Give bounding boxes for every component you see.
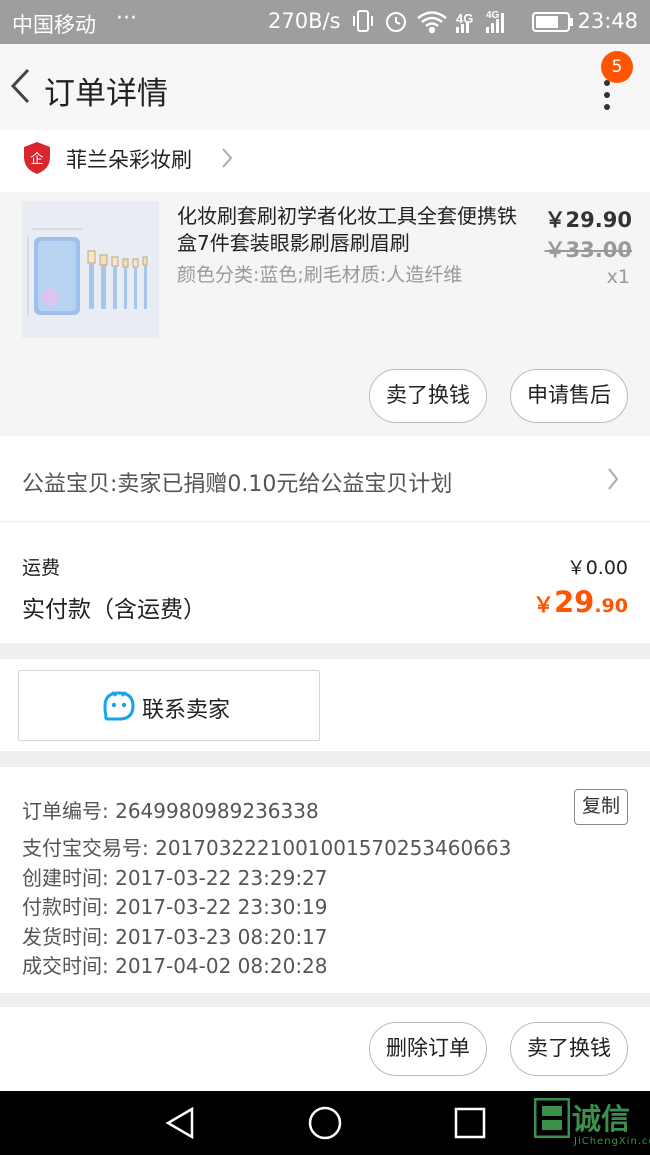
contact-seller-label: 联系卖家 [142,698,231,723]
page-title: 订单详情 [44,76,168,112]
nav-home-icon[interactable] [307,1105,343,1141]
shipping-value: ￥0.00 [566,557,628,579]
net-speed: 270B/s [268,9,341,33]
product-card[interactable]: 化妆刷套刷初学者化妆工具全套便携铁盒7件套装眼影刷唇刷眉刷 颜色分类:蓝色;刷毛… [0,192,650,436]
vibrate-icon [353,10,373,32]
nav-back-icon[interactable] [162,1105,198,1141]
watermark-logo-icon [534,1098,570,1138]
chevron-right-icon [608,468,619,490]
delete-order-button[interactable]: 删除订单 [369,1022,487,1076]
network-type-1: 4G [456,11,473,26]
created-time: 创建时间: 2017-03-22 23:29:27 [22,866,328,890]
svg-text:企: 企 [30,151,43,167]
after-sale-button[interactable]: 申请售后 [510,369,628,423]
nav-recents-icon[interactable] [452,1105,488,1141]
wifi-icon [417,11,447,34]
watermark: 诚信 JiChengXin.com [534,1094,650,1152]
paid-decimal: .90 [594,595,628,617]
paid-currency: ￥ [532,593,554,617]
completed-time: 成交时间: 2017-04-02 08:20:28 [22,954,328,978]
chat-face-icon [103,691,135,721]
header: 订单详情 5 [0,44,650,130]
paid-integer: 29 [553,585,595,619]
product-spec: 颜色分类:蓝色;刷毛材质:人造纤维 [177,264,463,286]
notification-dots: ··· [116,6,137,31]
alarm-icon [386,12,406,32]
product-title[interactable]: 化妆刷套刷初学者化妆工具全套便携铁盒7件套装眼影刷唇刷眉刷 [177,203,517,257]
charity-row[interactable]: 公益宝贝:卖家已捐赠0.10元给公益宝贝计划 [0,436,650,521]
product-price: ￥29.90 [544,208,632,232]
sell-for-cash-button[interactable]: 卖了换钱 [369,369,487,423]
system-nav-bar: 诚信 JiChengXin.com [0,1091,650,1155]
product-image[interactable] [22,201,159,338]
paid-amount: ￥29.90 [533,585,628,619]
product-original-price: ￥33.00 [544,238,632,262]
shipping-label: 运费 [22,557,61,579]
back-arrow-icon[interactable] [8,66,34,106]
charity-text: 公益宝贝:卖家已捐赠0.10元给公益宝贝计划 [22,472,453,497]
shop-name: 菲兰朵彩妆刷 [66,148,192,172]
battery-icon [532,12,573,32]
clock: 23:48 [577,9,638,33]
message-badge: 5 [601,51,633,83]
paid-time: 付款时间: 2017-03-22 23:30:19 [22,895,328,919]
watermark-sub: JiChengXin.com [574,1136,650,1147]
carrier-name: 中国移动 [12,13,96,37]
chevron-right-icon [222,148,233,168]
shop-row[interactable]: 企 菲兰朵彩妆刷 [0,130,650,192]
alipay-trade-number: 支付宝交易号: 2017032221001001570253460663 [22,836,512,860]
enterprise-shield-icon: 企 [24,142,50,174]
contact-section: 联系卖家 [0,659,650,751]
status-bar: 中国移动 ··· 270B/s 4G 4G 23:48 [0,0,650,44]
order-info: 订单编号: 2649980989236338 复制 支付宝交易号: 201703… [0,767,650,993]
sell-for-cash-bottom-button[interactable]: 卖了换钱 [510,1022,628,1076]
status-icons: 4G 4G [353,10,504,34]
shipped-time: 发货时间: 2017-03-23 08:20:17 [22,925,328,949]
order-number: 订单编号: 2649980989236338 [22,799,319,823]
paid-label: 实付款（含运费） [22,597,206,623]
product-quantity: x1 [606,266,630,288]
makeup-brush-set-image [22,201,159,338]
bottom-action-bar: 删除订单 卖了换钱 [0,1007,650,1091]
copy-button[interactable]: 复制 [574,789,628,825]
payment-summary: 运费 ￥0.00 实付款（含运费） ￥29.90 [0,521,650,643]
contact-seller-button[interactable]: 联系卖家 [18,670,320,741]
watermark-text: 诚信 [572,1102,631,1136]
